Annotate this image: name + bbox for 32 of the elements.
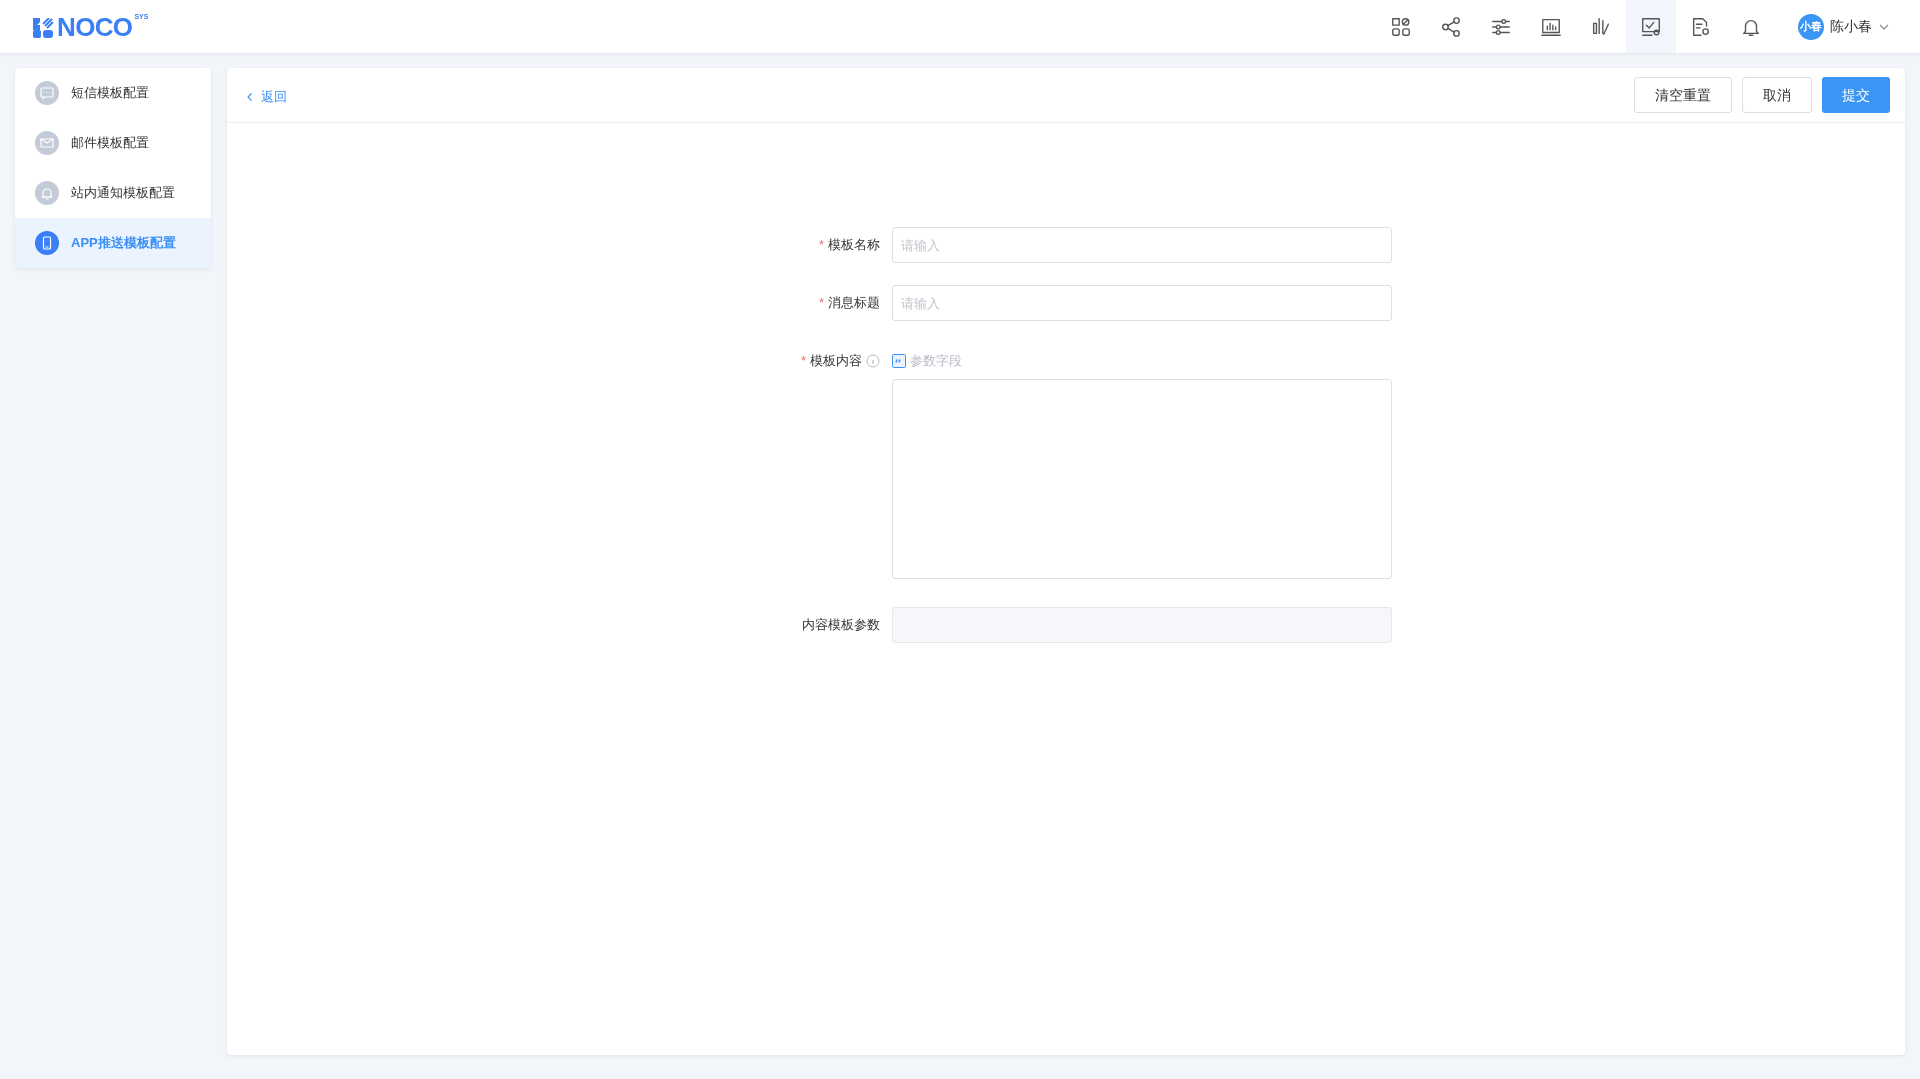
bell-icon (35, 181, 59, 205)
logo-icon (33, 17, 55, 38)
chat-icon (35, 81, 59, 105)
back-link[interactable]: 返回 (245, 87, 287, 107)
user-name: 陈小春 (1830, 17, 1872, 36)
document-gear-icon (1690, 15, 1712, 38)
text-input[interactable]: 请输入 (892, 227, 1392, 263)
bars-pencil-icon (1590, 15, 1612, 38)
sidebar-item[interactable]: 站内通知模板配置 (15, 168, 211, 218)
action-button[interactable]: 清空重置 (1634, 77, 1732, 113)
user-menu[interactable]: 小春 陈小春 (1798, 13, 1890, 40)
screen-gear-icon (1640, 15, 1662, 38)
toolbar-button[interactable] (1626, 0, 1676, 53)
quote-icon (892, 354, 906, 368)
action-button[interactable]: 取消 (1742, 77, 1812, 113)
envelope-icon (35, 131, 59, 155)
required-asterisk: * (818, 294, 824, 313)
avatar: 小春 (1798, 13, 1824, 40)
text-input[interactable]: 请输入 (892, 285, 1392, 321)
field-label: 内容模板参数 (802, 616, 880, 635)
chevron-left-icon (245, 92, 255, 102)
sidebar-item[interactable]: 短信模板配置 (15, 68, 211, 118)
field-label: 模板内容 (810, 352, 862, 371)
field-label: 消息标题 (828, 294, 880, 313)
phone-icon (35, 231, 59, 255)
required-asterisk: * (818, 236, 824, 255)
field-label: 模板名称 (828, 236, 880, 255)
logo-text: NOCO (57, 15, 133, 38)
grid-shapes-icon (1390, 15, 1412, 38)
required-asterisk: * (800, 352, 806, 371)
share-icon (1440, 15, 1462, 38)
sidebar-item[interactable]: 邮件模板配置 (15, 118, 211, 168)
